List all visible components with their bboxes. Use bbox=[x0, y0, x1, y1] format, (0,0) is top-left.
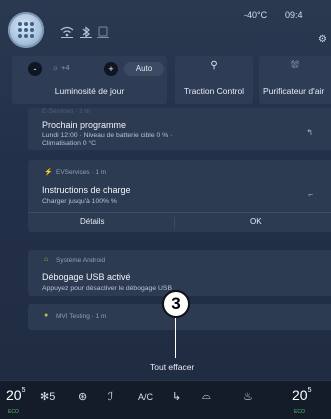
app-launcher-button[interactable] bbox=[8, 12, 44, 48]
brightness-increase-button[interactable]: + bbox=[104, 62, 118, 76]
android-icon: ⌂ bbox=[44, 256, 49, 263]
notification-source: EVServices · 1 m bbox=[56, 169, 107, 176]
notification-text: Lundi 12:00 · Niveau de batterie cible 0… bbox=[42, 132, 173, 139]
details-button[interactable]: Détails bbox=[80, 217, 104, 226]
outside-temperature: -40°C bbox=[244, 10, 268, 20]
air-purifier-label: Purificateur d'air bbox=[263, 86, 325, 96]
notification-text: Charger jusqu'à 100% % bbox=[42, 198, 117, 205]
passenger-temperature[interactable]: 205 bbox=[292, 387, 311, 403]
fan-icon: ✻ bbox=[40, 391, 50, 403]
seat-heat-icon[interactable]: ℐ bbox=[108, 390, 113, 403]
notification-source: Système Android bbox=[56, 257, 106, 264]
air-purifier-icon: ⛆ bbox=[291, 60, 299, 71]
brightness-tile: - ☼ +4 + Auto Luminosité de jour bbox=[12, 56, 167, 104]
passenger-eco-label: ECO bbox=[294, 409, 305, 415]
notification-panel: -40°C 09:4 ⚙ - ☼ +4 + Auto Luminosité de… bbox=[0, 0, 331, 419]
traction-control-tile[interactable]: ⚲ Traction Control bbox=[175, 56, 253, 104]
clock: 09:4 bbox=[285, 10, 303, 20]
brightness-level: ☼ +4 bbox=[52, 63, 70, 72]
ev-charge-icon: ⚡ bbox=[44, 169, 53, 176]
notification-card[interactable]: ⌂ Système Android Débogage USB activé Ap… bbox=[28, 250, 331, 296]
action-divider bbox=[174, 217, 175, 229]
seat-icon[interactable]: ↳ bbox=[172, 390, 181, 403]
notification-card[interactable]: E-Services · 1 m Prochain programme Lund… bbox=[28, 108, 331, 150]
notification-source: MVI Testing · 1 m bbox=[56, 313, 107, 320]
callout-badge: 3 bbox=[162, 290, 190, 318]
traction-control-label: Traction Control bbox=[183, 86, 245, 96]
clear-all-button[interactable]: Tout effacer bbox=[150, 362, 194, 372]
info-icon: ● bbox=[44, 312, 49, 319]
bottom-bar: 205 ECO ✻5 ⊛ ℐ A/C ↳ ⌓ ♨ 205 ECO bbox=[0, 380, 331, 419]
air-purifier-tile[interactable]: ⛆ Purificateur d'air bbox=[259, 56, 331, 104]
notification-title: Prochain programme bbox=[42, 120, 127, 130]
collapse-icon[interactable]: ⌐ bbox=[308, 190, 313, 199]
notification-text: Climatisation 0 °C bbox=[42, 140, 97, 147]
notification-text: Appuyez pour désactiver le débogage USB bbox=[42, 285, 172, 292]
bluetooth-icon bbox=[80, 26, 92, 38]
driver-eco-label: ECO bbox=[8, 409, 19, 415]
wifi-icon bbox=[60, 26, 74, 38]
driver-temperature[interactable]: 205 bbox=[6, 387, 25, 403]
phone-status-icon bbox=[97, 26, 109, 38]
brightness-label: Luminosité de jour bbox=[54, 86, 125, 96]
notification-title: Débogage USB activé bbox=[42, 272, 131, 282]
brightness-auto-toggle[interactable]: Auto bbox=[124, 62, 164, 76]
fan-speed[interactable]: ✻5 bbox=[40, 390, 55, 403]
notification-card[interactable]: ⚡ EVServices · 1 m Instructions de charg… bbox=[28, 160, 331, 232]
windshield-defrost-icon[interactable]: ⌓ bbox=[202, 390, 211, 403]
heated-steering-icon[interactable]: ⊛ bbox=[78, 390, 87, 403]
notification-source: E-Services · 1 m bbox=[42, 108, 91, 115]
ac-button[interactable]: A/C bbox=[138, 392, 153, 402]
ok-button[interactable]: OK bbox=[250, 217, 262, 226]
expand-icon[interactable]: ↰ bbox=[306, 128, 313, 137]
callout-line bbox=[175, 318, 176, 358]
brightness-decrease-button[interactable]: - bbox=[28, 62, 42, 76]
passenger-seat-heat-icon[interactable]: ♨ bbox=[243, 390, 253, 403]
grid-icon bbox=[18, 22, 34, 38]
gear-icon[interactable]: ⚙ bbox=[318, 34, 327, 45]
notification-title: Instructions de charge bbox=[42, 185, 131, 195]
traction-control-icon: ⚲ bbox=[210, 60, 218, 71]
notification-actions: Détails OK bbox=[28, 212, 331, 233]
